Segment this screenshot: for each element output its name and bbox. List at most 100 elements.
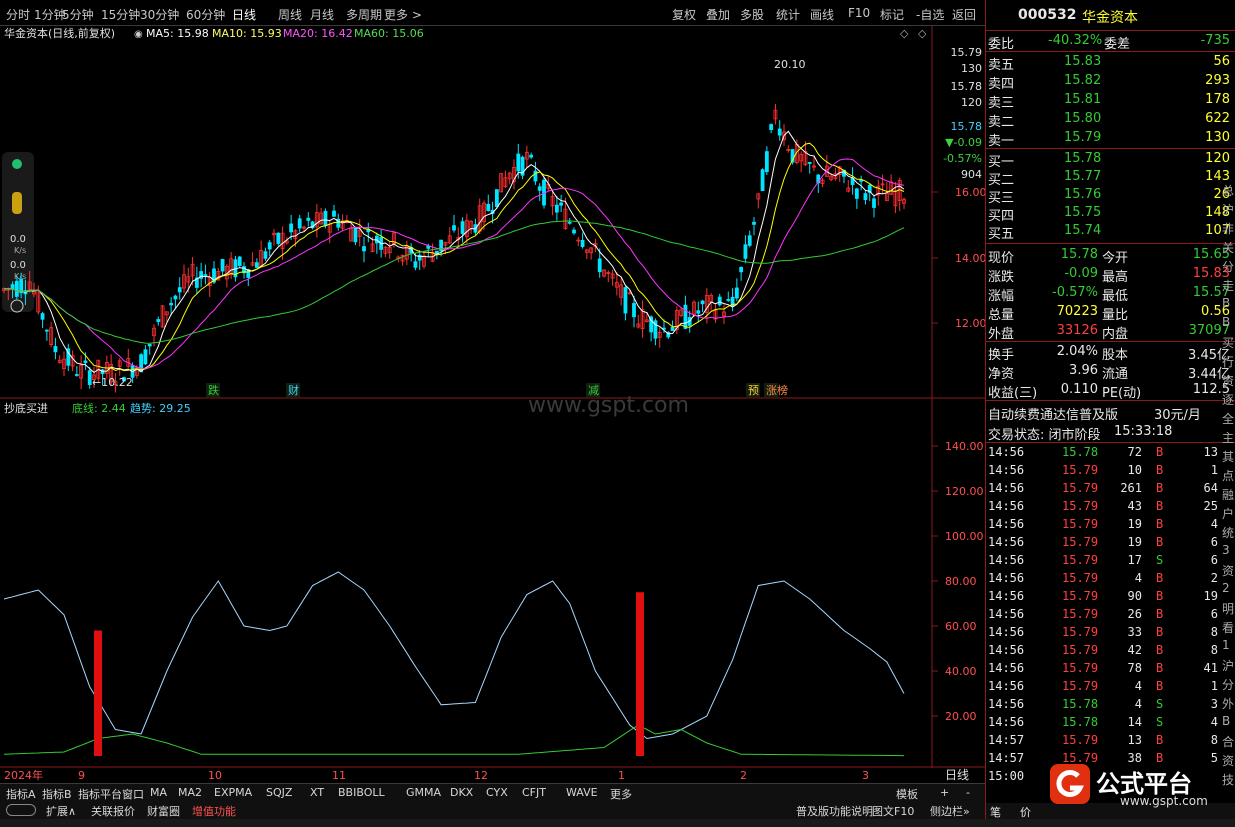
period-tab[interactable]: 月线 <box>310 6 334 23</box>
indicator-tab[interactable]: SQJZ <box>266 786 292 799</box>
side-tab-char[interactable]: 主 <box>1222 429 1234 446</box>
side-tab-char[interactable]: 沪 <box>1222 657 1234 674</box>
side-tab-char[interactable]: 买 <box>1222 334 1234 351</box>
side-tab-char[interactable]: 2 <box>1222 581 1230 595</box>
dropdown-icon[interactable]: ◉ <box>134 29 143 40</box>
indicator-tab[interactable]: 更多 <box>610 786 632 802</box>
toolbar-button[interactable]: 复权 <box>672 6 696 23</box>
toolbar-button[interactable]: F10 <box>848 6 870 20</box>
period-tab[interactable]: 日线 <box>232 6 256 23</box>
period-tab[interactable]: 60分钟 <box>186 6 225 23</box>
side-tab-char[interactable]: 外 <box>1222 695 1234 712</box>
toolbar-button[interactable]: 叠加 <box>706 6 730 23</box>
event-label[interactable]: 财 <box>288 383 299 397</box>
sell-level-row[interactable]: 卖四 15.82 293 <box>986 72 1235 92</box>
sell-level-row[interactable]: 卖五 15.83 56 <box>986 53 1235 73</box>
side-button[interactable]: 侧边栏» <box>930 803 970 819</box>
indicator-name[interactable]: 抄底买进 <box>4 401 48 415</box>
period-tab[interactable]: 分时 <box>6 6 30 23</box>
event-label[interactable]: 预 <box>748 384 759 397</box>
buy-level-row[interactable]: 买二 15.77 143 <box>986 168 1235 188</box>
template-button[interactable]: - <box>966 786 970 799</box>
indicator-tab[interactable]: 指标平台 <box>78 786 122 802</box>
event-label[interactable]: 涨榜 <box>766 383 788 397</box>
indicator-tab[interactable]: 指标B <box>42 786 72 802</box>
indicator-tab[interactable]: WAVE <box>566 786 598 799</box>
price-mode-button[interactable]: 价 <box>1020 804 1031 820</box>
kline-chart[interactable]: 华金资本(日线,前复权) ◉ MA5: 15.98 MA10: 15.93 MA20: … <box>0 26 987 786</box>
side-button[interactable]: 普及版功能说明 <box>796 803 873 819</box>
toolbar-button[interactable]: 统计 <box>776 6 800 23</box>
buy-level-row[interactable]: 买三 15.76 26 <box>986 186 1235 206</box>
indicator-tab[interactable]: GMMA <box>406 786 441 799</box>
buy-level-row[interactable]: 买五 15.74 107 <box>986 222 1235 242</box>
template-button[interactable]: 模板 <box>896 786 918 802</box>
toolbar-button[interactable]: 多股 <box>740 6 764 23</box>
indicator-tab[interactable]: MA2 <box>178 786 202 799</box>
side-tab-char[interactable]: 逐 <box>1222 391 1234 408</box>
side-tab-char[interactable]: 分 <box>1222 676 1234 693</box>
side-tab-char[interactable]: 沪 <box>1222 201 1234 218</box>
buy-level-row[interactable]: 买一 15.78 120 <box>986 150 1235 170</box>
side-tab-char[interactable]: 关 <box>1222 239 1234 256</box>
side-tab-char[interactable]: B <box>1222 296 1230 310</box>
period-tab[interactable]: 30分钟 <box>140 6 179 23</box>
indicator-tab[interactable]: CFJT <box>522 786 546 799</box>
tick-mode-button[interactable]: 笔 <box>990 804 1001 820</box>
event-label[interactable]: 减 <box>588 384 599 397</box>
side-tab-char[interactable]: B <box>1222 315 1230 329</box>
toolbar-button[interactable]: 返回 <box>952 6 976 23</box>
indicator-tab[interactable]: DKX <box>450 786 473 799</box>
side-button[interactable]: 图文F10 <box>872 803 914 819</box>
indicator-tab[interactable]: XT <box>310 786 324 799</box>
chart-area[interactable]: 华金资本(日线,前复权) ◉ MA5: 15.98 MA10: 15.93 MA20: … <box>0 26 987 786</box>
side-tab-char[interactable]: 统 <box>1222 524 1234 541</box>
side-tab-char[interactable]: B <box>1222 714 1230 728</box>
side-tab-char[interactable]: 看 <box>1222 619 1234 636</box>
indicator-tab[interactable]: 指标A <box>6 786 36 802</box>
diamond-icon[interactable]: ◇ <box>900 27 909 40</box>
side-tab-char[interactable]: 全 <box>1222 410 1234 427</box>
period-tab[interactable]: 更多 > <box>384 6 422 23</box>
period-tab[interactable]: 1分钟 <box>34 6 66 23</box>
period-tab[interactable]: 多周期 <box>346 6 382 23</box>
event-label[interactable]: 跌 <box>208 383 219 397</box>
side-tab-char[interactable]: 总 <box>1222 182 1234 199</box>
side-tab-char[interactable]: 融 <box>1222 486 1234 503</box>
promo-row[interactable]: 自动续费通达信普及版 30元/月 <box>986 403 1235 423</box>
toolbar-button[interactable]: 画线 <box>810 6 834 23</box>
template-button[interactable]: + <box>940 786 949 799</box>
extension-tab[interactable]: 财富圈 <box>147 803 180 819</box>
side-tab-char[interactable]: 点 <box>1222 467 1234 484</box>
side-tab-char[interactable]: 明 <box>1222 600 1234 617</box>
indicator-tab[interactable]: BBIBOLL <box>338 786 385 799</box>
indicator-tab[interactable]: CYX <box>486 786 508 799</box>
side-tab-char[interactable]: 3 <box>1222 543 1230 557</box>
extension-tab[interactable]: 扩展∧ <box>46 803 76 819</box>
side-tab-char[interactable]: 分 <box>1222 258 1234 275</box>
indicator-tab[interactable]: 窗口 <box>122 786 144 802</box>
side-tab-char[interactable]: 其 <box>1222 448 1234 465</box>
indicator-tab[interactable]: MA <box>150 786 167 799</box>
period-tab[interactable]: 5分钟 <box>62 6 94 23</box>
side-tab-char[interactable]: 资 <box>1222 562 1234 579</box>
toolbar-button[interactable]: 标记 <box>880 6 904 23</box>
extension-tab[interactable]: 增值功能 <box>192 803 236 819</box>
sell-level-row[interactable]: 卖三 15.81 178 <box>986 91 1235 111</box>
period-tab[interactable]: 15分钟 <box>101 6 140 23</box>
side-tab-char[interactable]: 合 <box>1222 733 1234 750</box>
period-tab[interactable]: 周线 <box>278 6 302 23</box>
sell-level-row[interactable]: 卖二 15.80 622 <box>986 110 1235 130</box>
indicator-tab[interactable]: EXPMA <box>214 786 252 799</box>
toolbar-button[interactable]: -自选 <box>916 6 944 23</box>
extension-tab[interactable]: 关联报价 <box>91 803 135 819</box>
buy-level-row[interactable]: 买四 15.75 148 <box>986 204 1235 224</box>
sell-level-row[interactable]: 卖一 15.79 130 <box>986 129 1235 149</box>
side-tab-char[interactable]: 走 <box>1222 277 1234 294</box>
side-tab-char[interactable]: 资 <box>1222 372 1234 389</box>
settings-icon[interactable]: ◇ <box>918 27 927 40</box>
side-tab-char[interactable]: 行 <box>1222 353 1234 370</box>
side-tab-char[interactable]: 非 <box>1222 220 1234 237</box>
toggle-switch[interactable] <box>6 804 36 816</box>
side-tab-char[interactable]: 1 <box>1222 638 1230 652</box>
